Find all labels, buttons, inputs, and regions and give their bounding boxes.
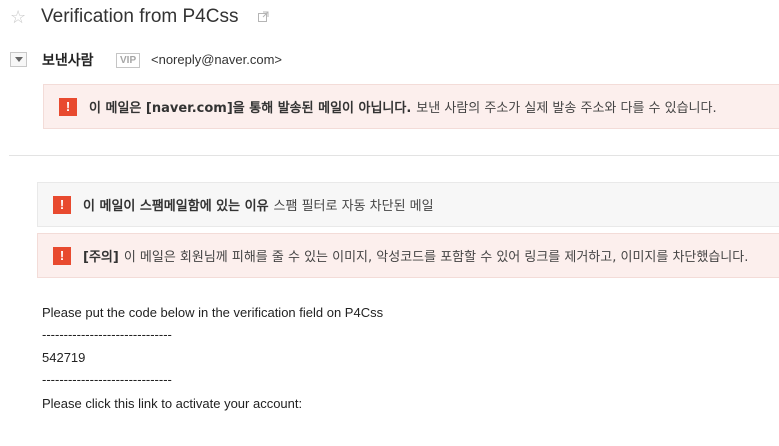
spam-alert-title: 이 메일이 스팸메일함에 있는 이유 xyxy=(83,199,269,214)
body-separator-bottom: ------------------------------ xyxy=(42,372,172,387)
verification-code: 542719 xyxy=(42,350,86,365)
warning-alert-title: [주의] xyxy=(83,250,119,265)
header-divider xyxy=(9,155,779,156)
external-window-icon[interactable] xyxy=(258,11,269,22)
sender-label: 보낸사람 xyxy=(42,53,94,69)
mail-subject-row: ☆ Verification from P4Css xyxy=(0,0,779,36)
star-icon[interactable]: ☆ xyxy=(10,8,26,28)
body-instruction: Please put the code below in the verific… xyxy=(42,305,384,320)
spam-alert-text: 스팸 필터로 자동 차단된 메일 xyxy=(273,199,434,214)
sender-email[interactable]: <noreply@naver.com> xyxy=(151,52,282,67)
sender-details-toggle[interactable] xyxy=(10,52,27,67)
exclamation-icon: ! xyxy=(53,195,71,214)
body-activation-text: Please click this link to activate your … xyxy=(42,396,303,411)
warning-alert-text: 이 메일은 회원님께 피해를 줄 수 있는 이미지, 악성코드를 포함할 수 있… xyxy=(123,250,749,265)
sender-row: 보낸사람 VIP <noreply@naver.com> xyxy=(0,46,779,72)
mail-subject: Verification from P4Css xyxy=(41,6,239,27)
exclamation-icon: ! xyxy=(53,246,71,265)
spam-reason-alert: ! 이 메일이 스팸메일함에 있는 이유 스팸 필터로 자동 차단된 메일 xyxy=(37,182,779,227)
naver-origin-alert: ! 이 메일은 [naver.com]을 통해 발송된 메일이 아닙니다. 보낸… xyxy=(43,84,779,129)
security-warning-alert: ! [주의] 이 메일은 회원님께 피해를 줄 수 있는 이미지, 악성코드를 … xyxy=(37,233,779,278)
vip-badge[interactable]: VIP xyxy=(116,53,141,68)
naver-alert-text: 보낸 사람의 주소가 실제 발송 주소와 다를 수 있습니다. xyxy=(416,101,717,116)
naver-alert-title: 이 메일은 [naver.com]을 통해 발송된 메일이 아닙니다. xyxy=(89,101,412,116)
exclamation-icon: ! xyxy=(59,97,77,116)
caret-down-icon xyxy=(14,57,23,62)
body-separator-top: ------------------------------ xyxy=(42,327,172,342)
